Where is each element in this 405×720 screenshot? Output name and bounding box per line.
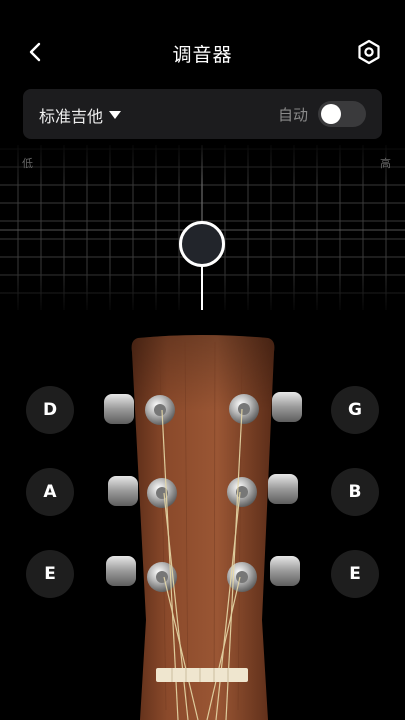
string-note-b[interactable]: B <box>331 468 379 516</box>
auto-label: 自动 <box>277 106 308 124</box>
headstock-illustration <box>104 335 302 720</box>
toggle-knob <box>321 104 341 124</box>
tuning-selector-bar: 标准吉他 自动 <box>23 89 382 139</box>
string-note-low-e[interactable]: E <box>26 550 74 598</box>
low-pitch-label: 低 <box>22 157 33 170</box>
caret-down-icon <box>109 111 122 119</box>
tuner-keys-left <box>104 394 138 586</box>
tuner-keys-right <box>268 392 302 586</box>
tuning-label: 标准吉他 <box>39 107 104 126</box>
string-note-d[interactable]: D <box>26 386 74 434</box>
top-bar: 调音器 <box>0 0 405 100</box>
settings-button[interactable] <box>355 38 383 66</box>
string-note-g[interactable]: G <box>331 386 379 434</box>
high-pitch-label: 高 <box>380 157 391 170</box>
auto-toggle[interactable] <box>318 101 366 127</box>
string-note-high-e[interactable]: E <box>331 550 379 598</box>
tuning-dropdown[interactable]: 标准吉他 <box>39 103 122 127</box>
string-note-a[interactable]: A <box>26 468 74 516</box>
pitch-needle-indicator <box>179 221 225 267</box>
needle-line <box>201 266 203 310</box>
guitar-headstock <box>0 320 405 720</box>
gear-icon <box>358 39 380 65</box>
page-title: 调音器 <box>172 44 233 66</box>
